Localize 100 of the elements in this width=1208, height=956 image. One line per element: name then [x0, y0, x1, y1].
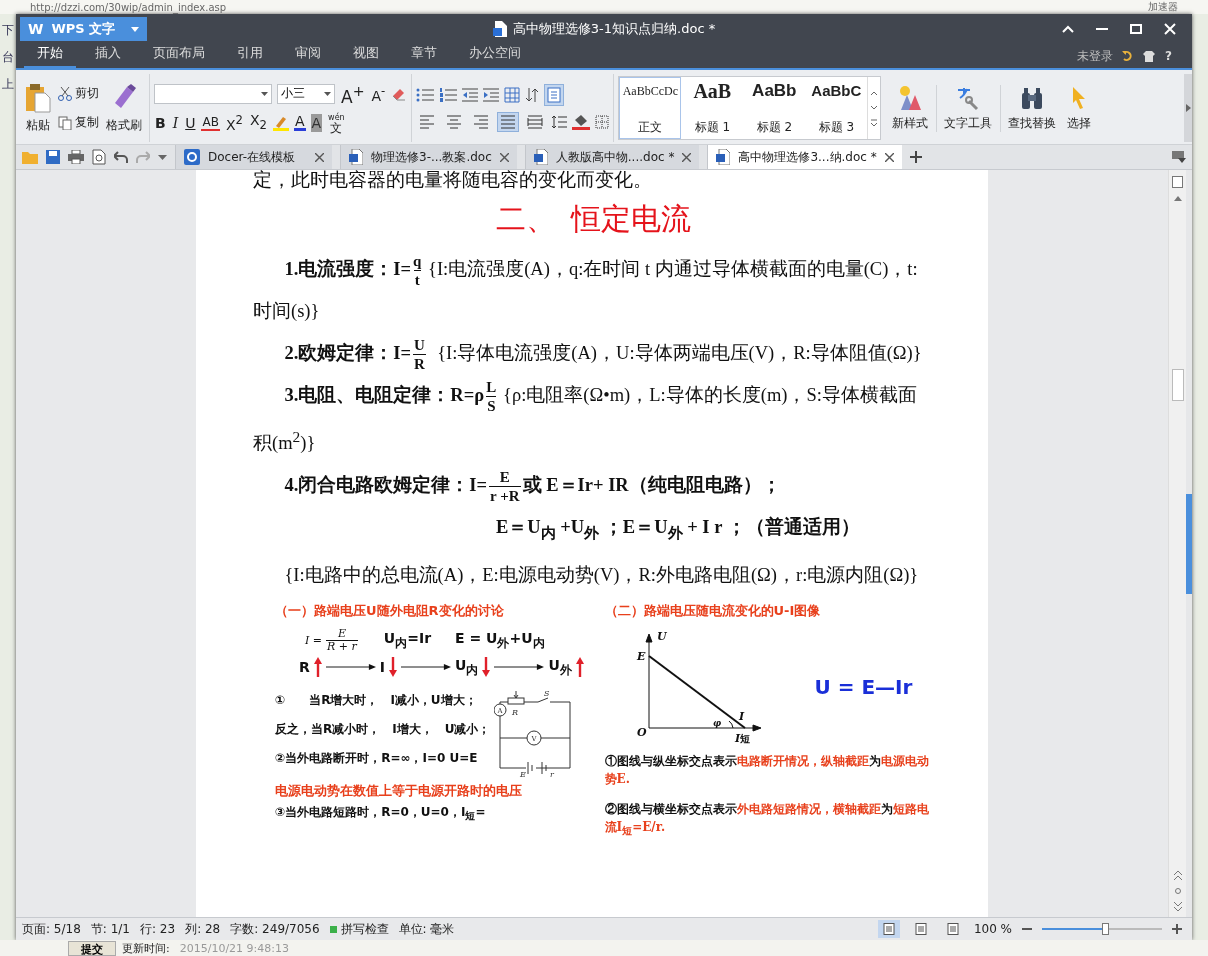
shirt-icon[interactable]	[1143, 50, 1156, 62]
format-button[interactable]: U	[184, 113, 197, 132]
select-button[interactable]: 选择	[1064, 84, 1095, 132]
refresh-icon[interactable]	[1121, 50, 1134, 62]
format-button[interactable]: B	[154, 113, 167, 132]
document-tab[interactable]: 物理选修3-...教案.doc	[340, 145, 517, 169]
close-icon[interactable]	[884, 152, 894, 162]
copy-button[interactable]: 复制	[58, 114, 99, 131]
page-icon[interactable]	[1172, 176, 1183, 188]
align-lines-icon	[419, 115, 436, 129]
ribbon-scroll-button[interactable]	[1184, 74, 1192, 142]
document-tab[interactable]: 人教版高中物....doc *	[524, 145, 700, 169]
align-lines-icon	[473, 115, 490, 129]
figure-text: ③当外电路短路时，R=0，U=0，I$_{短}$=	[275, 803, 487, 824]
collapse-ribbon-icon[interactable]	[1062, 25, 1074, 33]
close-icon[interactable]	[499, 152, 509, 162]
align-lines-icon	[446, 115, 463, 129]
increase-indent-icon[interactable]	[483, 88, 500, 102]
new-tab-icon[interactable]	[909, 151, 922, 163]
help-button[interactable]: ?	[1165, 49, 1172, 63]
character-shading-button[interactable]: A	[310, 113, 323, 132]
sort-icon[interactable]	[525, 87, 540, 103]
page-view-icon	[914, 923, 927, 935]
save-icon[interactable]	[46, 150, 60, 164]
login-status-text[interactable]: 未登录	[1077, 47, 1114, 65]
figure-text: 反之，当R减小时， I增大， U减小；	[275, 720, 491, 738]
cut-button[interactable]: 剪切	[58, 85, 99, 102]
double-down-arrow-icon[interactable]	[1173, 902, 1182, 911]
close-icon[interactable]	[682, 152, 692, 162]
format-button[interactable]: X$^{2}$	[224, 111, 244, 135]
submit-button[interactable]: 提交	[68, 940, 116, 956]
undo-icon[interactable]	[114, 151, 128, 163]
close-icon[interactable]	[315, 152, 324, 162]
section-heading: 二、 恒定电流	[495, 201, 692, 237]
maximize-icon[interactable]	[1130, 24, 1142, 34]
vertical-scrollbar[interactable]	[1168, 170, 1186, 917]
page-lines-icon	[547, 87, 562, 103]
numbered-list-icon[interactable]	[439, 88, 458, 102]
zoom-percentage[interactable]: 100 %	[973, 922, 1012, 936]
spell-check-button[interactable]: 拼写检查	[329, 920, 389, 938]
up-arrow-icon[interactable]	[1173, 196, 1182, 201]
grow-font-button[interactable]: A$^{+}$	[340, 81, 366, 106]
zoom-in-icon[interactable]	[1172, 924, 1182, 934]
font-name-field[interactable]	[154, 83, 272, 104]
paragraph: 定，此时电容器的电量将随电容的变化而变化。	[253, 170, 653, 190]
formula-paragraph: E＝U$_{内}$ +U$_{外}$ ；E＝U$_{外}$ + I r ；（普通适用）	[495, 515, 861, 543]
side-panel-handle[interactable]	[1186, 493, 1192, 594]
page-text-fragment: 上	[2, 76, 14, 93]
menu-tab[interactable]: 引用	[224, 41, 276, 68]
bullet-list-icon[interactable]	[416, 88, 435, 102]
style-option[interactable]: AaBbC 标题 3	[805, 77, 868, 139]
printer-icon[interactable]	[68, 150, 84, 164]
menu-tab[interactable]: 开始	[24, 41, 76, 68]
page-view-icon	[882, 923, 895, 935]
menu-tab[interactable]: 视图	[340, 41, 392, 68]
dropdown-caret-icon[interactable]	[324, 91, 331, 96]
text-tools-button[interactable]: 文字工具	[936, 84, 996, 132]
alignment-button[interactable]	[497, 112, 520, 132]
format-button[interactable]: X$_{2}$	[248, 111, 268, 135]
figure-heading: （一）路端电压U随外电阻R变化的讨论	[275, 601, 505, 620]
style-option[interactable]: AaBbCcDc 正文	[619, 77, 682, 139]
font-size-field[interactable]: 小三	[277, 83, 335, 104]
pinyin-guide-button[interactable]: wén 文	[327, 112, 346, 133]
figure-text: ②当外电路断开时，R=∞，I=0 U=E	[275, 749, 479, 767]
menu-tab[interactable]: 审阅	[282, 41, 334, 68]
figure-text: ① 当R增大时， I减小，U增大；	[275, 691, 478, 709]
menu-tab[interactable]: 办公空间	[456, 41, 534, 68]
shrink-font-button[interactable]: A$^{-}$	[370, 82, 387, 105]
paint-bucket-icon[interactable]	[572, 114, 591, 130]
highlighter-icon[interactable]	[272, 114, 289, 131]
line-spacing-icon[interactable]	[551, 115, 568, 129]
format-button[interactable]: I	[171, 113, 180, 132]
double-up-arrow-icon[interactable]	[1173, 871, 1182, 880]
dropdown-icon[interactable]	[158, 154, 167, 160]
style-option[interactable]: AaB 标题 1	[681, 77, 744, 139]
dropdown-caret-icon[interactable]	[261, 91, 268, 96]
font-color-button[interactable]: A	[293, 114, 306, 132]
menu-tab[interactable]: 章节	[398, 41, 450, 68]
document-tab[interactable]: Docer-在线模板	[175, 145, 332, 169]
view-mode-button[interactable]	[877, 920, 900, 938]
document-tab[interactable]: 高中物理选修3...纳.doc *	[707, 145, 902, 169]
dot-icon[interactable]	[1174, 888, 1181, 894]
style-option[interactable]: AaBb 标题 2	[743, 77, 806, 139]
find-replace-button[interactable]: 查找替换	[1000, 84, 1060, 132]
menu-tab[interactable]: 插入	[82, 41, 134, 68]
format-painter-button[interactable]: 格式刷	[103, 82, 145, 134]
menu-tab[interactable]: 页面布局	[140, 41, 218, 68]
print-preview-icon[interactable]	[92, 149, 106, 165]
document-icon	[492, 21, 507, 37]
update-time-text: 2015/10/21 9:48:13	[179, 941, 290, 955]
paste-button[interactable]: 粘贴	[22, 82, 54, 134]
tab-list-icon[interactable]	[1172, 151, 1186, 163]
format-button[interactable]: AB	[201, 114, 220, 131]
new-style-button[interactable]: 新样式	[889, 84, 932, 132]
status-text: 列: 28	[185, 920, 221, 938]
border-icon[interactable]	[595, 115, 610, 129]
figure-text: ②图线与横坐标交点表示外电路短路情况，横轴截距为短路电流I$_{短}$=E/r.	[604, 800, 930, 839]
scroll-thumb[interactable]	[1171, 369, 1184, 401]
u-i-graph-drawing: U E O I φ I短	[634, 627, 775, 746]
decrease-indent-icon[interactable]	[462, 88, 479, 102]
